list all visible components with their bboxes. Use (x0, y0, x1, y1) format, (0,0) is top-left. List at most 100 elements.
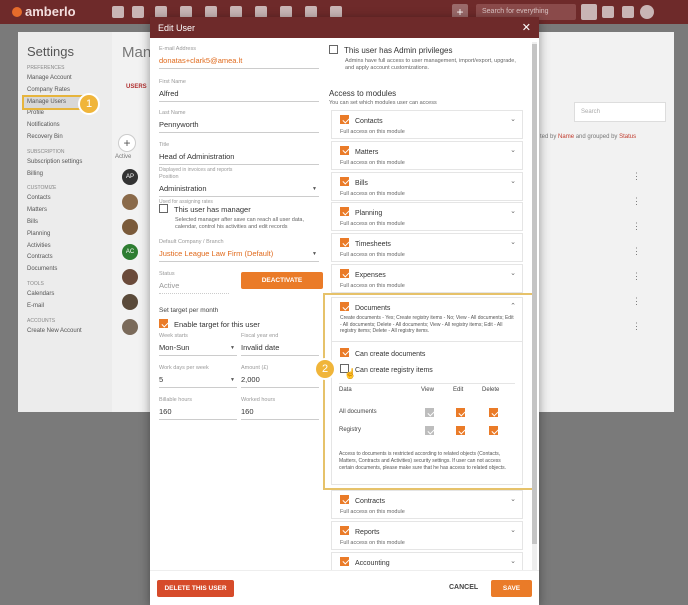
fiscal-year-field[interactable]: Fiscal year end Invalid date (241, 333, 319, 356)
search-icon[interactable] (581, 4, 597, 20)
workdays-value[interactable]: 5 (159, 373, 237, 388)
module-header[interactable]: Reports ⌄ (332, 522, 522, 539)
target-checkbox-row[interactable]: Enable target for this user (159, 319, 260, 329)
more-options-icon[interactable]: ⋮ (632, 296, 641, 307)
more-options-icon[interactable]: ⋮ (632, 321, 641, 332)
avatar[interactable] (122, 269, 138, 285)
more-options-icon[interactable]: ⋮ (632, 171, 641, 182)
week-starts-select[interactable]: Week starts Mon-Sun ▼ (159, 333, 237, 356)
users-search-input[interactable]: Search (574, 102, 666, 122)
more-options-icon[interactable]: ⋮ (632, 271, 641, 282)
play-timer-icon[interactable] (602, 6, 614, 18)
last-name-field[interactable]: Last Name Pennyworth (159, 110, 319, 133)
email-field[interactable]: E-mail Address donatas+clark5@amea.lt (159, 46, 319, 69)
dialog-scrollbar[interactable] (532, 42, 537, 570)
more-options-icon[interactable]: ⋮ (632, 196, 641, 207)
company-value[interactable]: Justice League Law Firm (Default) (159, 247, 319, 262)
sidebar-item[interactable]: Create New Account (18, 326, 112, 338)
amount-value[interactable]: 2,000 (241, 373, 319, 388)
sidebar-item[interactable]: Activities (18, 241, 112, 253)
billable-value[interactable]: 160 (159, 405, 237, 420)
workdays-select[interactable]: Work days per week 5 ▼ (159, 365, 237, 388)
sidebar-item[interactable]: Profile (18, 108, 112, 120)
module-header[interactable]: Bills ⌄ (332, 173, 522, 190)
fiscal-value[interactable]: Invalid date (241, 341, 319, 356)
billable-hours-field[interactable]: Billable hours 160 (159, 397, 237, 420)
module-header[interactable]: Contracts ⌄ (332, 491, 522, 508)
module-checkbox[interactable] (340, 176, 349, 186)
title-field[interactable]: Title Head of Administration Displayed i… (159, 142, 319, 173)
admin-checkbox-row[interactable]: This user has Admin privileges (329, 45, 525, 55)
avatar[interactable]: AC (122, 244, 138, 260)
close-icon[interactable]: ✕ (522, 21, 531, 34)
title-value[interactable]: Head of Administration (159, 150, 319, 165)
group-field[interactable]: Status (619, 134, 636, 140)
module-checkbox[interactable] (340, 556, 349, 566)
save-button[interactable]: SAVE (491, 580, 532, 597)
avatar[interactable]: AP (122, 169, 138, 185)
amount-field[interactable]: Amount (£) 2,000 (241, 365, 319, 388)
scrollbar-thumb[interactable] (532, 44, 537, 544)
deactivate-button[interactable]: DEACTIVATE (241, 272, 323, 289)
module-reports[interactable]: Reports ⌄ Full access on this module (331, 520, 523, 550)
module-checkbox[interactable] (340, 115, 349, 124)
avatar[interactable] (122, 319, 138, 335)
sidebar-item[interactable]: Manage Account (18, 73, 112, 85)
module-checkbox[interactable] (340, 145, 349, 155)
chevron-down-icon[interactable]: ⌄ (510, 526, 516, 534)
sidebar-item[interactable]: Documents (18, 264, 112, 276)
sidebar-item[interactable]: Notifications (18, 120, 112, 132)
avatar[interactable] (122, 219, 138, 235)
user-avatar[interactable] (640, 5, 654, 19)
first-name-value[interactable]: Alfred (159, 87, 319, 102)
manager-checkbox[interactable] (159, 204, 168, 213)
cancel-button[interactable]: CANCEL (449, 584, 478, 591)
chevron-down-icon[interactable]: ⌄ (510, 146, 516, 154)
module-checkbox[interactable] (340, 207, 349, 217)
chevron-down-icon[interactable]: ⌄ (510, 269, 516, 277)
sidebar-item[interactable]: Contacts (18, 193, 112, 205)
position-select[interactable]: Position Administration ▼ Used for assig… (159, 174, 319, 205)
chevron-down-icon[interactable]: ⌄ (510, 177, 516, 185)
add-user-button[interactable]: + (118, 134, 136, 152)
position-value[interactable]: Administration (159, 182, 319, 197)
module-checkbox[interactable] (340, 495, 349, 504)
module-bills[interactable]: Bills ⌄ Full access on this module (331, 171, 523, 201)
sidebar-item[interactable]: Subscription settings (18, 157, 112, 169)
company-select[interactable]: Default Company / Branch Justice League … (159, 239, 319, 262)
chevron-down-icon[interactable]: ⌄ (510, 207, 516, 215)
module-checkbox[interactable] (340, 238, 349, 248)
worked-value[interactable]: 160 (241, 405, 319, 420)
week-starts-value[interactable]: Mon-Sun (159, 341, 237, 356)
sidebar-item[interactable]: Recovery Bin (18, 132, 112, 144)
module-checkbox[interactable] (340, 525, 349, 535)
notifications-icon[interactable] (622, 6, 634, 18)
active-filter[interactable]: Active (115, 154, 131, 160)
worked-hours-field[interactable]: Worked hours 160 (241, 397, 319, 420)
sidebar-item[interactable]: Calendars (18, 289, 112, 301)
manager-checkbox-row[interactable]: This user has manager Selected manager a… (159, 204, 324, 232)
target-checkbox[interactable] (159, 319, 168, 328)
sidebar-item[interactable]: Planning (18, 229, 112, 241)
avatar[interactable] (122, 294, 138, 310)
email-value[interactable]: donatas+clark5@amea.lt (159, 54, 319, 69)
chevron-down-icon[interactable]: ⌄ (510, 557, 516, 565)
tab-users[interactable]: USERS (126, 84, 147, 90)
sidebar-item[interactable]: Bills (18, 217, 112, 229)
menu-icon[interactable] (112, 6, 124, 18)
sidebar-item[interactable]: Contracts (18, 252, 112, 264)
first-name-field[interactable]: First Name Alfred (159, 79, 319, 102)
more-options-icon[interactable]: ⋮ (632, 221, 641, 232)
sort-field[interactable]: Name (558, 134, 574, 140)
sidebar-item[interactable]: Billing (18, 169, 112, 181)
sidebar-item[interactable]: Manage Users (22, 94, 84, 111)
chevron-down-icon[interactable]: ⌄ (510, 495, 516, 503)
module-header[interactable]: Accounting ⌄ (332, 553, 522, 570)
chevron-down-icon[interactable]: ⌄ (510, 238, 516, 246)
admin-checkbox[interactable] (329, 45, 338, 54)
chevron-down-icon[interactable]: ⌄ (510, 115, 516, 123)
module-timesheets[interactable]: Timesheets ⌄ Full access on this module (331, 233, 523, 263)
module-contacts[interactable]: Contacts ⌄ Full access on this module (331, 110, 523, 139)
calendar-icon[interactable] (132, 6, 144, 18)
module-header[interactable]: Expenses ⌄ (332, 265, 522, 282)
